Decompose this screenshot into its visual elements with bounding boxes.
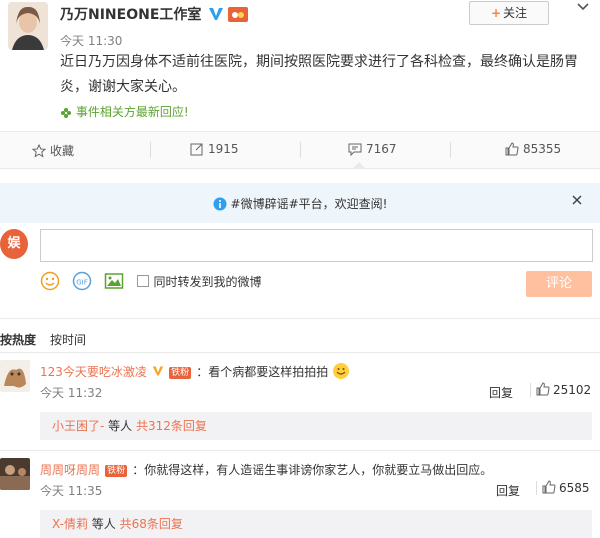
divider (0, 450, 600, 451)
repost-icon (190, 143, 203, 156)
notice-link[interactable]: #微博辟谣#平台，欢迎查阅! (0, 195, 600, 212)
sort-hot-tab[interactable]: 按热度 (0, 333, 36, 347)
comment-body: 123今天要吃冰激凌 铁粉 ：看个病都要这样拍拍拍 (40, 361, 350, 380)
thumbs-up-icon (536, 382, 550, 396)
thumbs-up-icon (505, 142, 519, 156)
smile-emoji-icon (333, 363, 350, 379)
comment-input[interactable] (40, 229, 593, 262)
commenter-name[interactable]: 123今天要吃冰激凌 (40, 365, 147, 379)
svg-text:GIF: GIF (76, 279, 88, 287)
replies-summary[interactable]: X-倩莉 等人 共68条回复 (40, 510, 592, 538)
divider (450, 142, 451, 158)
commenter-avatar[interactable] (0, 458, 30, 490)
star-icon (31, 143, 47, 158)
fan-badge: 铁粉 (105, 465, 128, 477)
comment-like-button[interactable]: 25102 (536, 382, 591, 397)
verified-icon (152, 366, 164, 376)
comment-button[interactable]: 7167 (348, 142, 397, 157)
comment-sort: 按热度 按时间 (0, 331, 86, 348)
thumbs-up-icon (542, 480, 556, 494)
composer-tools: GIF 同时转发到我的微博 (40, 271, 262, 294)
divider (530, 383, 531, 397)
verified-icon (208, 6, 224, 26)
checkbox[interactable] (137, 275, 150, 287)
reply-summary-text: 等人 (104, 419, 136, 433)
divider (536, 481, 537, 495)
reply-user[interactable]: X-倩莉 (40, 517, 88, 531)
favorite-button[interactable]: 收藏 (31, 142, 74, 159)
comment-text: ：看个病都要这样拍拍拍 (196, 365, 329, 379)
repost-button[interactable]: 1915 (190, 142, 239, 156)
divider (300, 142, 301, 158)
submit-comment-button[interactable]: 评论 (526, 271, 592, 297)
author-avatar[interactable] (8, 2, 48, 50)
post-header: 乃万NINEONE工作室 + 关注 今天 11:30 近日乃万因身体不适前往医院，… (0, 0, 600, 130)
divider (150, 142, 151, 158)
notice-banner: #微博辟谣#平台，欢迎查阅! (0, 183, 600, 223)
comment-time: 今天 11:35 (40, 484, 103, 498)
divider (0, 318, 600, 319)
chevron-down-icon[interactable] (576, 0, 590, 16)
fan-badge-icon (228, 7, 248, 22)
commenter-avatar[interactable] (0, 360, 30, 392)
reply-count-link[interactable]: 共312条回复 (136, 419, 207, 433)
divider (0, 352, 600, 353)
post-time[interactable]: 今天 11:30 (60, 32, 122, 49)
comment-icon (348, 143, 362, 157)
image-icon[interactable] (104, 271, 124, 294)
replies-summary[interactable]: 小王困了- 等人 共312条回复 (40, 412, 592, 440)
sort-time-tab[interactable]: 按时间 (50, 333, 86, 347)
comment-text: ：你就得这样，有人造谣生事诽谤你家艺人，你就要立马做出回应。 (132, 463, 493, 477)
reply-count-link[interactable]: 共68条回复 (120, 517, 183, 531)
post-content: 近日乃万因身体不适前往医院，期间按照医院要求进行了各科检查，最终确认是肠胃炎，谢… (60, 54, 578, 95)
commenter-name[interactable]: 周周呀周周 (40, 463, 100, 477)
close-icon[interactable] (572, 193, 582, 209)
comment-body: 周周呀周周 铁粉 ：你就得这样，有人造谣生事诽谤你家艺人，你就要立马做出回应。 (40, 459, 492, 478)
reply-button[interactable]: 回复 (489, 384, 513, 401)
reply-summary-text: 等人 (87, 517, 120, 531)
repost-checkbox[interactable]: 同时转发到我的微博 (137, 275, 262, 289)
comment-caret (353, 162, 365, 168)
action-bar: 收藏 1915 7167 85355 (0, 131, 600, 169)
follow-button[interactable]: + 关注 (469, 1, 549, 25)
reply-button[interactable]: 回复 (496, 482, 520, 499)
comment-time: 今天 11:32 (40, 386, 103, 400)
plus-icon: + (490, 6, 502, 20)
gif-icon[interactable]: GIF (72, 271, 92, 294)
current-user-avatar[interactable]: 娱 (0, 229, 28, 259)
related-link[interactable]: 事件相关方最新回应! (60, 103, 189, 120)
like-button[interactable]: 85355 (505, 142, 561, 156)
flower-icon (61, 107, 71, 118)
comment-like-button[interactable]: 6585 (542, 480, 590, 495)
info-icon (213, 197, 227, 211)
reply-user[interactable]: 小王困了- (40, 419, 104, 433)
emoji-icon[interactable] (40, 271, 60, 294)
fan-badge: 铁粉 (169, 367, 192, 379)
author-name[interactable]: 乃万NINEONE工作室 (60, 4, 201, 24)
